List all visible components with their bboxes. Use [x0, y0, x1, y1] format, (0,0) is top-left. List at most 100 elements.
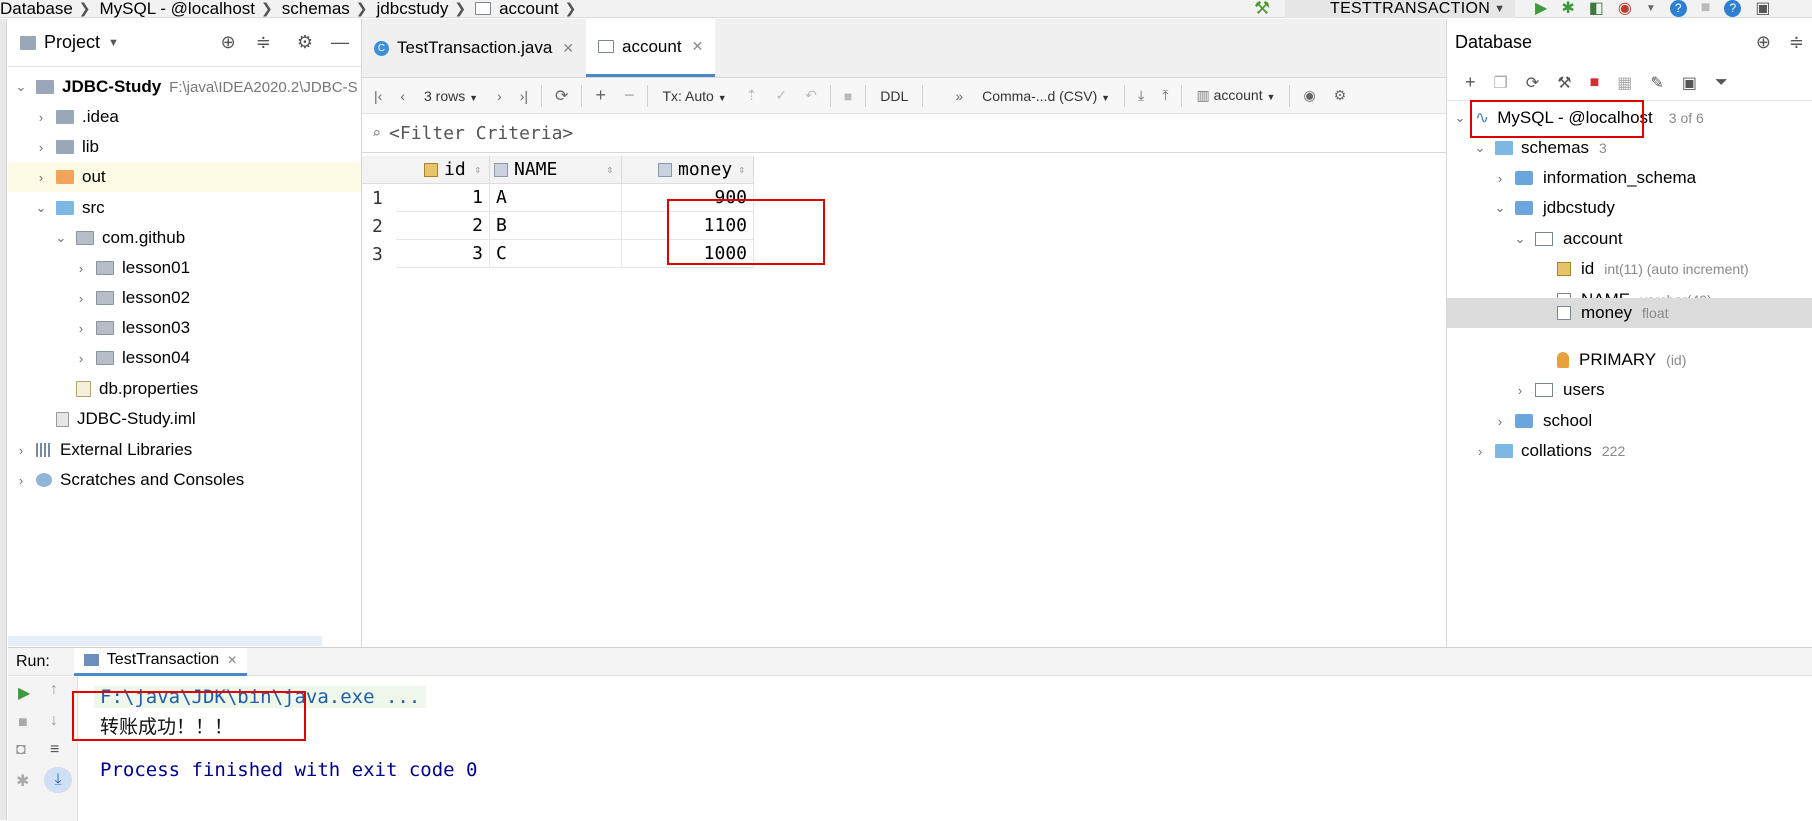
tree-item-out[interactable]: › out — [8, 162, 361, 192]
collapse-all-icon[interactable]: ≑ — [256, 32, 271, 53]
run-tab[interactable]: TestTransaction ✕ — [73, 647, 248, 676]
tree-item-jdbcstudy[interactable]: ⌄ jdbcstudy — [1493, 193, 1615, 223]
previous-page-icon[interactable]: ‹ — [400, 88, 405, 104]
tab-test-transaction[interactable]: C TestTransaction.java ✕ — [362, 19, 586, 77]
rerun-icon[interactable]: ▶ — [18, 683, 30, 703]
project-view-selector[interactable]: Project — [44, 32, 100, 53]
sort-icon[interactable]: ⇳ — [606, 163, 613, 176]
rollback-icon[interactable]: ↶ — [805, 87, 817, 104]
tree-item-primary-key[interactable]: PRIMARY (id) — [1557, 345, 1686, 375]
gear-icon[interactable]: ⚙ — [1334, 87, 1347, 104]
run-configuration-dropdown[interactable]: TESTTRANSACTION ▼ — [1285, 0, 1515, 18]
left-tool-strip[interactable] — [0, 19, 7, 820]
breadcrumb-item-account[interactable]: account ❯ — [475, 0, 585, 19]
chevron-down-icon[interactable]: ▼ — [1646, 3, 1656, 14]
tree-item-collations[interactable]: › collations 222 — [1473, 436, 1625, 466]
view-icon[interactable]: ◉ — [1303, 87, 1315, 104]
breadcrumb-item-schemas[interactable]: schemas ❯ — [282, 0, 377, 19]
scroll-to-end-icon[interactable]: ⤓ — [44, 767, 72, 793]
debug-icon[interactable]: ✱ — [16, 771, 29, 791]
tree-item-project-root[interactable]: ⌄ JDBC-Study F:\java\IDEA2020.2\JDBC-S — [14, 72, 358, 102]
export-icon[interactable]: ⤓ — [1138, 87, 1144, 104]
ide-status-icon[interactable]: ▣ — [1755, 0, 1770, 18]
scroll-up-icon[interactable]: ↑ — [50, 681, 58, 699]
stop-icon[interactable]: ■ — [1701, 0, 1711, 17]
row-number[interactable]: 3 — [362, 240, 396, 268]
collapse-all-icon[interactable]: ≑ — [1789, 32, 1804, 53]
refresh-icon[interactable]: ⟳ — [1526, 73, 1539, 93]
cell-id[interactable]: 2 — [396, 212, 490, 240]
console-icon[interactable]: ▣ — [1682, 73, 1697, 93]
locate-icon[interactable]: ⊕ — [1756, 32, 1771, 53]
sort-icon[interactable]: ⇳ — [474, 163, 481, 176]
cell-name[interactable]: C — [490, 240, 622, 268]
tree-item-users[interactable]: › users — [1513, 375, 1605, 405]
tree-item-com-github[interactable]: ⌄ com.github — [54, 223, 186, 253]
debug-icon[interactable]: ✱ — [1561, 0, 1574, 18]
tree-item-external-libraries[interactable]: › External Libraries — [14, 435, 192, 465]
import-icon[interactable]: ⤒ — [1162, 87, 1168, 104]
tab-account[interactable]: account ✕ — [586, 19, 716, 77]
tree-item-src[interactable]: ⌄ src — [34, 193, 105, 223]
ddl-button[interactable]: DDL — [880, 88, 908, 104]
breadcrumb-item-database[interactable]: Database ❯ — [0, 0, 100, 19]
tree-item-column-id[interactable]: id int(11) (auto increment) — [1557, 254, 1749, 284]
tree-item-lesson04[interactable]: › lesson04 — [74, 343, 190, 373]
extractor-dropdown[interactable]: Comma-...d (CSV) ▼ — [982, 88, 1110, 104]
tree-item-idea[interactable]: › .idea — [34, 102, 119, 132]
soft-wrap-icon[interactable]: ≡ — [50, 741, 59, 759]
table-selector-dropdown[interactable]: ▥ account ▼ — [1196, 87, 1275, 104]
chevron-down-icon[interactable]: ▼ — [108, 37, 119, 49]
table-view-icon[interactable]: ▦ — [1617, 73, 1632, 93]
first-page-icon[interactable]: |‹ — [374, 88, 382, 104]
tree-item-lib[interactable]: › lib — [34, 132, 99, 162]
build-hammer-icon[interactable]: ⚒ — [1254, 0, 1270, 19]
cell-name[interactable]: B — [490, 212, 622, 240]
transaction-mode-dropdown[interactable]: Tx: Auto ▼ — [662, 88, 726, 104]
run-icon[interactable]: ▶ — [1535, 0, 1547, 18]
locate-icon[interactable]: ⊕ — [221, 32, 236, 53]
breadcrumb-item-jdbcstudy[interactable]: jdbcstudy ❯ — [377, 0, 476, 19]
breadcrumb-item-connection[interactable]: MySQL - @localhost ❯ — [100, 0, 282, 19]
sort-icon[interactable]: ⇳ — [738, 163, 745, 176]
tree-item-schemas[interactable]: ⌄ schemas 3 — [1473, 133, 1607, 163]
gear-icon[interactable]: ⚙ — [297, 32, 313, 53]
last-page-icon[interactable]: ›| — [520, 88, 528, 104]
more-icon[interactable]: » — [955, 88, 963, 104]
delete-row-icon[interactable]: − — [624, 85, 635, 106]
close-icon[interactable]: ✕ — [562, 40, 574, 57]
hide-icon[interactable]: — — [331, 32, 349, 53]
coverage-icon[interactable]: ◧ — [1589, 0, 1604, 18]
tree-item-account[interactable]: ⌄ account — [1513, 224, 1623, 254]
column-header-id[interactable]: id ⇳ — [396, 156, 490, 184]
tree-item-column-money[interactable]: money float — [1447, 298, 1812, 328]
column-header-name[interactable]: NAME ⇳ — [490, 156, 622, 184]
tree-item-db-properties[interactable]: db.properties — [76, 374, 198, 404]
close-icon[interactable]: ✕ — [692, 38, 704, 55]
horizontal-scrollbar[interactable] — [8, 636, 322, 646]
add-row-icon[interactable]: + — [595, 85, 606, 106]
refresh-icon[interactable]: ⟳ — [555, 86, 568, 106]
camera-icon[interactable]: ◘ — [16, 741, 26, 759]
commit-icon[interactable]: ✓ — [775, 87, 787, 104]
filter-criteria-input[interactable]: ⌕ <Filter Criteria> — [362, 114, 1446, 153]
row-number[interactable]: 2 — [362, 212, 396, 240]
tree-item-lesson01[interactable]: › lesson01 — [74, 253, 190, 283]
tree-item-lesson02[interactable]: › lesson02 — [74, 283, 190, 313]
scroll-down-icon[interactable]: ↓ — [50, 712, 58, 730]
edit-icon[interactable]: ✎ — [1650, 73, 1663, 93]
rows-count-dropdown[interactable]: 3 rows ▼ — [424, 88, 478, 104]
tree-item-scratches[interactable]: › Scratches and Consoles — [14, 465, 244, 495]
row-number[interactable]: 1 — [362, 184, 396, 212]
close-icon[interactable]: ✕ — [227, 653, 237, 667]
column-header-money[interactable]: money ⇳ — [622, 156, 754, 184]
stop-icon[interactable]: ■ — [1590, 74, 1600, 92]
search-everywhere-icon[interactable]: ? — [1724, 0, 1742, 17]
help-icon[interactable]: ? — [1669, 0, 1687, 17]
add-icon[interactable]: + — [1465, 72, 1476, 93]
duplicate-icon[interactable]: ❐ — [1494, 73, 1508, 93]
tree-item-information-schema[interactable]: › information_schema — [1493, 163, 1696, 193]
cell-id[interactable]: 1 — [396, 184, 490, 212]
cell-name[interactable]: A — [490, 184, 622, 212]
stop-icon[interactable]: ■ — [844, 88, 852, 104]
